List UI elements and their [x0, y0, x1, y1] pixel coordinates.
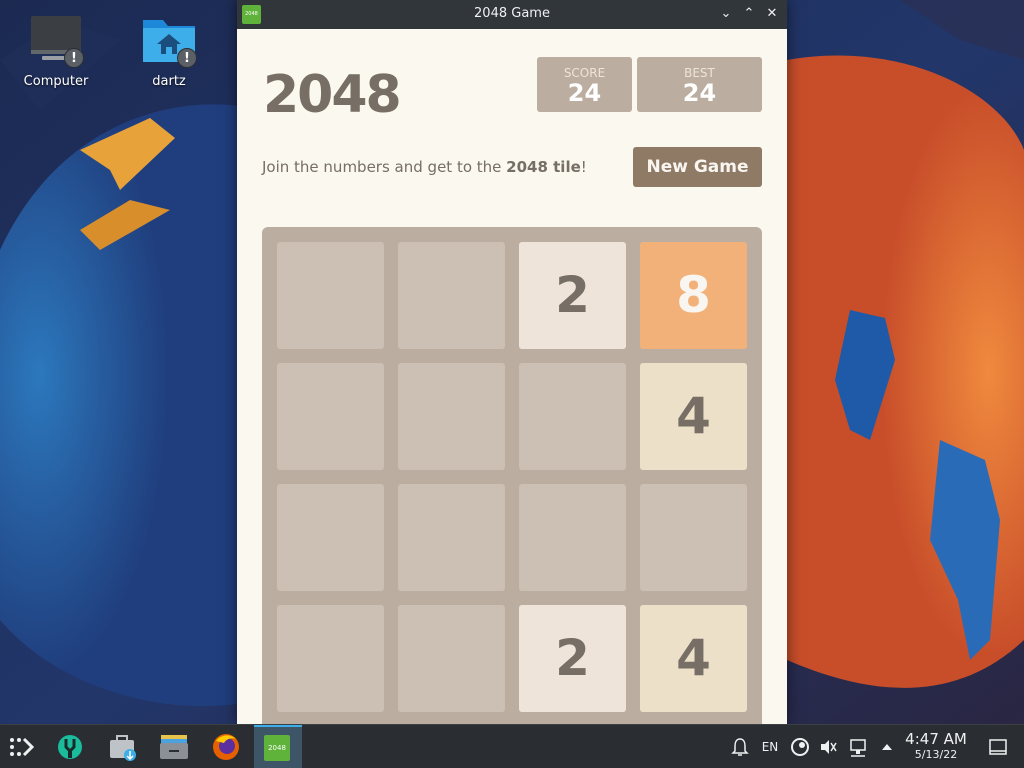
grid-cell [277, 242, 384, 349]
monitor-icon: ! [28, 14, 84, 68]
notifications-icon[interactable] [728, 725, 752, 768]
tray-expand-icon[interactable] [877, 725, 897, 768]
game-container: 2048 SCORE 24 BEST 24 Join the numbers a… [237, 29, 787, 724]
tile-4: 4 [640, 363, 747, 470]
taskbar: 2048 EN 4:47 AM 5/13/22 [0, 724, 1024, 768]
tile-2: 2 [519, 605, 626, 712]
warning-badge: ! [177, 48, 197, 68]
desktop-icon-home[interactable]: ! dartz [121, 14, 217, 89]
grid-cell [519, 363, 626, 470]
game-intro-text: Join the numbers and get to the 2048 til… [262, 158, 587, 176]
grid-cell [640, 484, 747, 591]
best-value: 24 [682, 79, 717, 107]
tile-2: 2 [519, 242, 626, 349]
2048-game-taskbar-item[interactable]: 2048 [254, 725, 302, 768]
intro-suffix: ! [580, 158, 587, 176]
clock-date: 5/13/22 [914, 748, 958, 761]
grid-cell [398, 363, 505, 470]
home-folder-icon: ! [141, 14, 197, 68]
warning-badge: ! [64, 48, 84, 68]
minimize-button[interactable]: ⌄ [716, 4, 736, 24]
grid-cell [398, 605, 505, 712]
grid-cell [277, 605, 384, 712]
window-title: 2048 Game [474, 6, 550, 21]
close-button[interactable]: ✕ [762, 4, 782, 24]
desktop-icon-label: dartz [152, 74, 186, 89]
desktop-icon-label: Computer [23, 74, 89, 89]
steam-icon[interactable] [788, 725, 812, 768]
game-board[interactable]: 28424 [262, 227, 762, 724]
score-value: 24 [567, 79, 602, 107]
volume-muted-icon[interactable] [816, 725, 840, 768]
store-icon[interactable] [100, 725, 144, 768]
window-titlebar[interactable]: 2048 2048 Game ⌄ ⌃ ✕ [237, 0, 787, 29]
app-launcher-icon[interactable] [0, 725, 44, 768]
clock-time: 4:47 AM [905, 730, 967, 748]
tile-8: 8 [640, 242, 747, 349]
desktop-icon-computer[interactable]: ! Computer [8, 14, 104, 89]
digital-clock[interactable]: 4:47 AM 5/13/22 [900, 731, 972, 762]
grid-cell [398, 484, 505, 591]
discover-icon[interactable] [48, 725, 92, 768]
grid-cell [398, 242, 505, 349]
grid-cell [277, 363, 384, 470]
file-manager-icon[interactable] [152, 725, 196, 768]
best-label: BEST [684, 66, 715, 80]
firefox-icon[interactable] [204, 725, 248, 768]
grid-cell [519, 484, 626, 591]
game-title: 2048 [263, 65, 402, 125]
new-game-button[interactable]: New Game [633, 147, 762, 187]
maximize-button[interactable]: ⌃ [739, 4, 759, 24]
game-window: 2048 2048 Game ⌄ ⌃ ✕ 2048 SCORE 24 BEST … [237, 0, 787, 724]
2048-game-icon: 2048 [264, 735, 290, 761]
network-icon[interactable] [846, 725, 872, 768]
score-box: SCORE 24 [537, 57, 632, 112]
score-label: SCORE [563, 66, 606, 80]
show-desktop-icon[interactable] [984, 725, 1012, 768]
intro-highlight: 2048 tile [506, 158, 581, 176]
intro-prefix: Join the numbers and get to the [262, 158, 507, 176]
keyboard-layout-indicator[interactable]: EN [757, 725, 783, 768]
tile-4: 4 [640, 605, 747, 712]
best-score-box: BEST 24 [637, 57, 762, 112]
grid-cell [277, 484, 384, 591]
